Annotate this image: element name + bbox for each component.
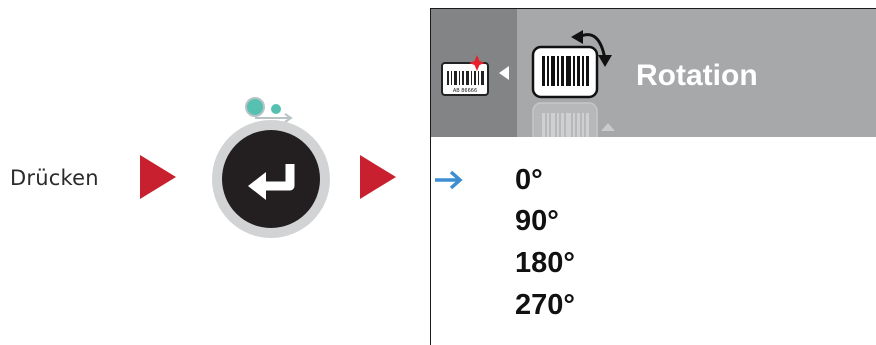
option-0[interactable]: 0° xyxy=(515,164,543,197)
press-label: Drücken xyxy=(10,166,99,190)
selection-arrow-icon xyxy=(435,170,463,190)
option-90[interactable]: 90° xyxy=(515,205,559,238)
option-270[interactable]: 270° xyxy=(515,289,575,322)
barcode-rotation-icon xyxy=(531,30,612,99)
option-180[interactable]: 180° xyxy=(515,247,575,280)
screen-title: Rotation xyxy=(636,59,758,92)
step-arrow-icon xyxy=(140,155,176,199)
enter-return-icon xyxy=(248,164,295,200)
barcode-caption: AB 86666 xyxy=(453,88,477,94)
step-arrow-icon xyxy=(360,155,396,199)
label-barcode-icon: AB 86666 xyxy=(441,55,489,96)
nav-left-icon[interactable] xyxy=(497,65,511,81)
lcd-screen: AB 86666 Rotation 0° 90° 180° 270° xyxy=(430,8,876,345)
next-item-preview-icon xyxy=(532,102,615,137)
